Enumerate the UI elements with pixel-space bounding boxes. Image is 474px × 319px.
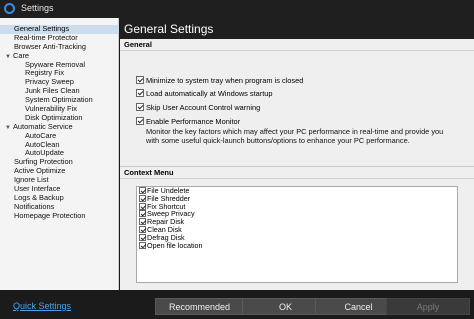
app-logo-icon: [4, 3, 15, 14]
load-at-startup-option[interactable]: Load automatically at Windows startup: [136, 89, 273, 99]
context-item-checkbox[interactable]: [139, 233, 146, 241]
load-at-startup-checkbox[interactable]: [136, 89, 144, 97]
performance-monitor-description: Monitor the key factors which may affect…: [146, 127, 444, 145]
settings-nav-tree: General Settings Real-time Protector Brows…: [0, 24, 119, 221]
sidebar-item-label: Ignore List: [14, 175, 49, 185]
skip-uac-label: Skip User Account Control warning: [146, 103, 261, 112]
sidebar-item-label: Surfing Protection: [14, 157, 73, 167]
sidebar-item-label: User Interface: [14, 184, 61, 194]
sidebar-item-label: Homepage Protection: [14, 210, 86, 220]
sidebar-item-label: Logs & Backup: [14, 192, 64, 202]
minimize-to-tray-label: Minimize to system tray when program is …: [146, 76, 304, 85]
sidebar-item-label: Notifications: [14, 201, 55, 211]
page-title: General Settings: [120, 18, 474, 39]
context-menu-list[interactable]: File Undelete File Shredder Fix Shortcut Sw…: [136, 186, 458, 283]
list-item[interactable]: Open file location: [137, 240, 457, 250]
sidebar-item-homepage-protection[interactable]: Homepage Protection: [0, 210, 119, 221]
settings-sidebar: General Settings Real-time Protector Brows…: [0, 18, 119, 290]
skip-uac-checkbox[interactable]: [136, 103, 144, 111]
sidebar-item-label: Vulnerability Fix: [25, 104, 77, 114]
sidebar-item-label: Disk Optimization: [25, 112, 83, 122]
context-item-checkbox[interactable]: [139, 210, 146, 218]
context-item-checkbox[interactable]: [139, 241, 146, 249]
title-bar: Settings: [0, 0, 474, 18]
skip-uac-option[interactable]: Skip User Account Control warning: [136, 103, 260, 113]
sidebar-item-label: AutoUpdate: [25, 148, 65, 158]
list-item[interactable]: Sweep Privacy: [137, 210, 457, 218]
context-item-checkbox[interactable]: [139, 218, 146, 226]
sidebar-item-label: Automatic Service: [13, 121, 73, 131]
general-section: General Minimize to system tray when pro…: [120, 39, 474, 167]
context-item-checkbox[interactable]: [139, 225, 146, 233]
load-at-startup-label: Load automatically at Windows startup: [146, 89, 273, 98]
sidebar-item-label: Browser Anti-Tracking: [14, 41, 87, 51]
apply-button[interactable]: Apply: [386, 298, 470, 315]
sidebar-item-label: AutoCare: [25, 130, 57, 140]
sidebar-item-label: Junk Files Clean: [25, 86, 80, 96]
context-menu-section: Context Menu File Undelete File Shredder F…: [120, 167, 474, 290]
sidebar-item-label: General Settings: [14, 24, 70, 33]
performance-monitor-option[interactable]: Enable Performance Monitor: [136, 117, 240, 127]
main-panel: General Settings General Minimize to sys…: [120, 18, 474, 290]
context-item-checkbox[interactable]: [139, 187, 146, 194]
general-section-title: General: [120, 39, 474, 51]
footer-bar: Quick Settings Recommended OK Cancel App…: [0, 290, 474, 319]
sidebar-item-label: Privacy Sweep: [25, 77, 74, 87]
context-item-checkbox[interactable]: [139, 202, 146, 210]
context-menu-section-title: Context Menu: [120, 167, 474, 179]
performance-monitor-checkbox[interactable]: [136, 117, 144, 125]
list-item[interactable]: Repair Disk: [137, 218, 457, 226]
window-title: Settings: [21, 3, 54, 13]
sidebar-item-label: AutoClean: [25, 139, 60, 149]
sidebar-item-label: Care: [13, 50, 30, 60]
sidebar-item-label: System Optimization: [25, 95, 93, 105]
quick-settings-link[interactable]: Quick Settings: [13, 301, 71, 311]
sidebar-item-label: Registry Fix: [25, 68, 65, 78]
list-item[interactable]: Clean Disk: [137, 226, 457, 234]
sidebar-item-label: Active Optimize: [14, 166, 66, 176]
sidebar-item-label: Spyware Removal: [25, 59, 85, 69]
collapse-arrow-icon[interactable]: ▼: [5, 124, 13, 133]
recommended-button[interactable]: Recommended: [155, 298, 244, 315]
performance-monitor-label: Enable Performance Monitor: [146, 117, 241, 126]
context-item-checkbox[interactable]: [139, 194, 146, 202]
context-item-label: Open file location: [147, 240, 203, 250]
collapse-arrow-icon[interactable]: ▼: [5, 53, 13, 62]
sidebar-item-label: Real-time Protector: [14, 32, 78, 42]
sidebar-item-automatic-service[interactable]: ▼ Automatic Service: [0, 121, 119, 133]
minimize-to-tray-checkbox[interactable]: [136, 76, 144, 84]
minimize-to-tray-option[interactable]: Minimize to system tray when program is …: [136, 76, 303, 86]
